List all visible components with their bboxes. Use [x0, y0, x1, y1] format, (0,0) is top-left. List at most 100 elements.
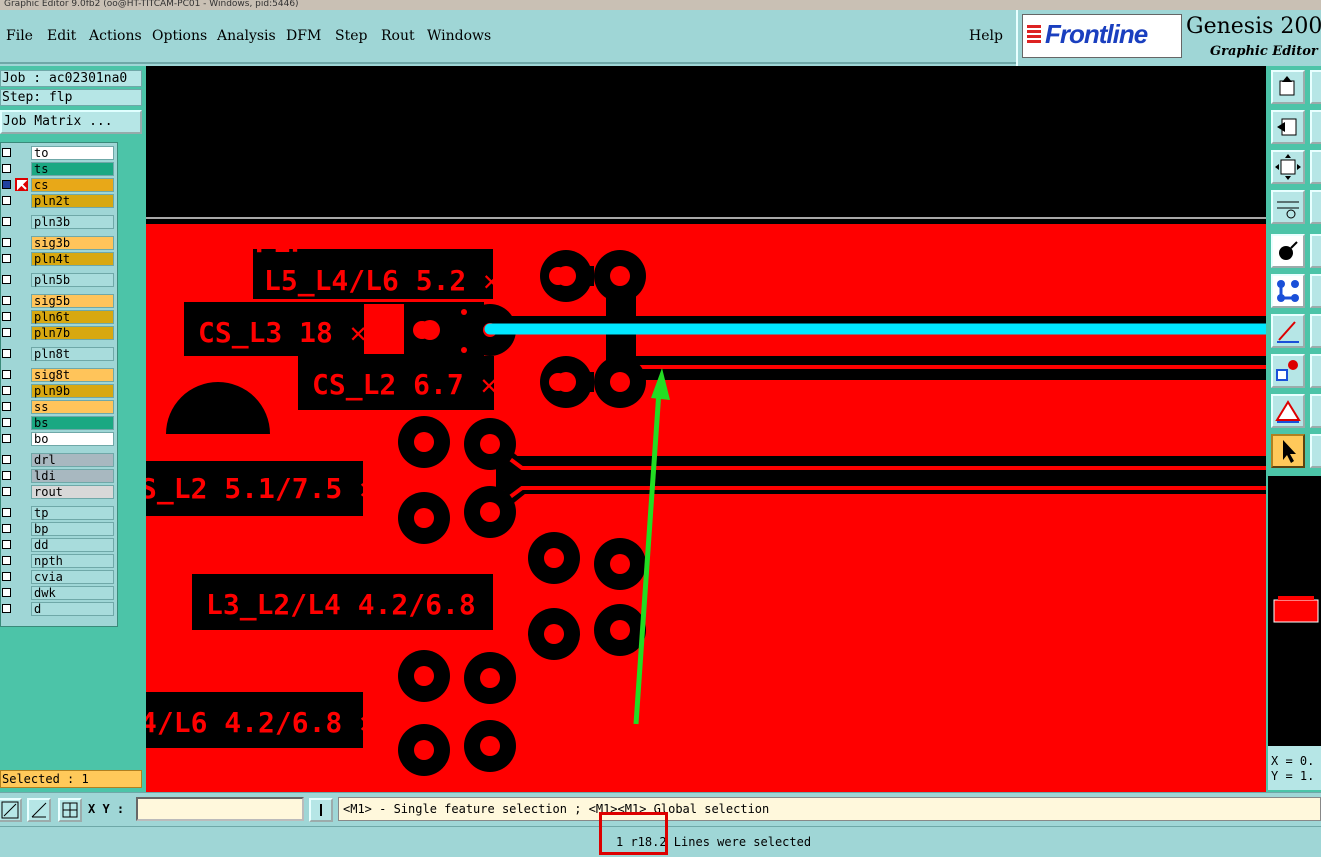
layer-checkbox[interactable] — [2, 471, 11, 480]
layer-checkbox[interactable] — [2, 524, 11, 533]
layer-name[interactable]: pln2t — [31, 194, 114, 208]
layer-name[interactable]: tp — [31, 506, 114, 520]
fit-view-button[interactable] — [1271, 150, 1305, 184]
layer-checkbox[interactable] — [2, 508, 11, 517]
layer-row-bo[interactable]: bo — [1, 431, 117, 447]
layer-name[interactable]: cs — [31, 178, 114, 192]
layer-checkbox[interactable] — [2, 370, 11, 379]
layer-name[interactable]: bs — [31, 416, 114, 430]
layer-row-d[interactable]: d — [1, 601, 117, 617]
toolbar-edge-4[interactable] — [1310, 190, 1321, 224]
layer-row-to[interactable]: to — [1, 145, 117, 161]
layer-name[interactable]: to — [31, 146, 114, 160]
layer-name[interactable]: pln7b — [31, 326, 114, 340]
angle-snap-button[interactable] — [27, 798, 51, 822]
layer-checkbox[interactable] — [2, 556, 11, 565]
layer-checkbox[interactable] — [2, 604, 11, 613]
layer-row-dd[interactable]: dd — [1, 537, 117, 553]
layer-checkbox[interactable] — [2, 238, 11, 247]
toolbar-edge-7[interactable] — [1310, 314, 1321, 348]
layer-row-bp[interactable]: bp — [1, 521, 117, 537]
menu-rout[interactable]: Rout — [381, 28, 415, 44]
layer-row-pln2t[interactable]: pln2t — [1, 193, 117, 209]
layer-checkbox[interactable] — [2, 349, 11, 358]
toolbar-edge-3[interactable] — [1310, 150, 1321, 184]
layer-row-pln8t[interactable]: pln8t — [1, 346, 117, 362]
layer-checkbox[interactable] — [2, 418, 11, 427]
job-matrix-button[interactable]: Job Matrix ... — [0, 110, 142, 134]
menu-edit[interactable]: Edit — [47, 28, 76, 44]
layer-row-sig3b[interactable]: sig3b — [1, 235, 117, 251]
minimap-view[interactable] — [1268, 476, 1321, 746]
layer-row-pln7b[interactable]: pln7b — [1, 325, 117, 341]
measure-button[interactable] — [1271, 190, 1305, 224]
layer-row-cs[interactable]: cs — [1, 177, 117, 193]
layer-checkbox[interactable] — [2, 217, 11, 226]
layer-name[interactable]: dwk — [31, 586, 114, 600]
layer-name[interactable]: sig3b — [31, 236, 114, 250]
layer-checkbox[interactable] — [2, 328, 11, 337]
layer-name[interactable]: ts — [31, 162, 114, 176]
menu-windows[interactable]: Windows — [427, 28, 491, 44]
layer-name[interactable]: sig8t — [31, 368, 114, 382]
layer-name[interactable]: pln3b — [31, 215, 114, 229]
home-view-button[interactable] — [1271, 110, 1305, 144]
layer-row-pln3b[interactable]: pln3b — [1, 214, 117, 230]
toolbar-edge-2[interactable] — [1310, 110, 1321, 144]
select-tool-button[interactable] — [1271, 434, 1305, 468]
layer-name[interactable]: npth — [31, 554, 114, 568]
layer-row-sig8t[interactable]: sig8t — [1, 367, 117, 383]
layer-row-pln4t[interactable]: pln4t — [1, 251, 117, 267]
graphic-canvas[interactable]: 01NA0 FLP L5_L4/L6 5.2 ✕ CS_L3 18 ✕ CS_L… — [146, 66, 1266, 792]
layer-name[interactable]: pln8t — [31, 347, 114, 361]
layer-row-tp[interactable]: tp — [1, 505, 117, 521]
layer-name[interactable]: pln5b — [31, 273, 114, 287]
layer-checkbox[interactable] — [2, 588, 11, 597]
layer-row-rout[interactable]: rout — [1, 484, 117, 500]
layer-checkbox[interactable] — [2, 487, 11, 496]
menu-help[interactable]: Help — [969, 28, 1003, 44]
layer-checkbox[interactable] — [2, 402, 11, 411]
layer-name[interactable]: dd — [31, 538, 114, 552]
layer-row-ss[interactable]: ss — [1, 399, 117, 415]
layer-name[interactable]: bo — [31, 432, 114, 446]
menu-actions[interactable]: Actions — [89, 28, 142, 44]
layer-checkbox[interactable] — [2, 254, 11, 263]
layer-checkbox[interactable] — [2, 572, 11, 581]
layer-name[interactable]: sig5b — [31, 294, 114, 308]
menu-dfm[interactable]: DFM — [286, 28, 321, 44]
add-surface-button[interactable] — [1271, 394, 1305, 428]
layer-name[interactable]: bp — [31, 522, 114, 536]
layer-row-dwk[interactable]: dwk — [1, 585, 117, 601]
menu-file[interactable]: File — [6, 28, 33, 44]
xy-input[interactable] — [136, 797, 304, 821]
layer-name[interactable]: pln9b — [31, 384, 114, 398]
layer-checkbox[interactable] — [2, 312, 11, 321]
overview-minimap[interactable] — [1268, 476, 1321, 746]
add-pad-button[interactable] — [1271, 234, 1305, 268]
layer-checkbox[interactable] — [2, 196, 11, 205]
toolbar-edge-5[interactable] — [1310, 234, 1321, 268]
layer-row-drl[interactable]: drl — [1, 452, 117, 468]
layer-checkbox[interactable] — [2, 455, 11, 464]
layer-checkbox[interactable] — [2, 434, 11, 443]
layer-name[interactable]: ss — [31, 400, 114, 414]
toolbar-edge-8[interactable] — [1310, 354, 1321, 388]
info-button[interactable] — [309, 798, 333, 822]
layer-checkbox[interactable] — [2, 164, 11, 173]
layer-row-ts[interactable]: ts — [1, 161, 117, 177]
menu-analysis[interactable]: Analysis — [217, 28, 276, 44]
layer-row-pln5b[interactable]: pln5b — [1, 272, 117, 288]
add-route-button[interactable] — [1271, 274, 1305, 308]
pcb-view[interactable]: 01NA0 FLP L5_L4/L6 5.2 ✕ CS_L3 18 ✕ CS_L… — [146, 66, 1266, 792]
grid-button[interactable] — [58, 798, 82, 822]
layer-row-pln6t[interactable]: pln6t — [1, 309, 117, 325]
layer-row-npth[interactable]: npth — [1, 553, 117, 569]
layer-checkbox[interactable] — [2, 296, 11, 305]
layer-name[interactable]: pln6t — [31, 310, 114, 324]
layer-checkbox[interactable] — [2, 180, 11, 189]
layer-row-bs[interactable]: bs — [1, 415, 117, 431]
layer-up-button[interactable] — [1271, 70, 1305, 104]
toolbar-edge-9[interactable] — [1310, 394, 1321, 428]
layer-name[interactable]: ldi — [31, 469, 114, 483]
